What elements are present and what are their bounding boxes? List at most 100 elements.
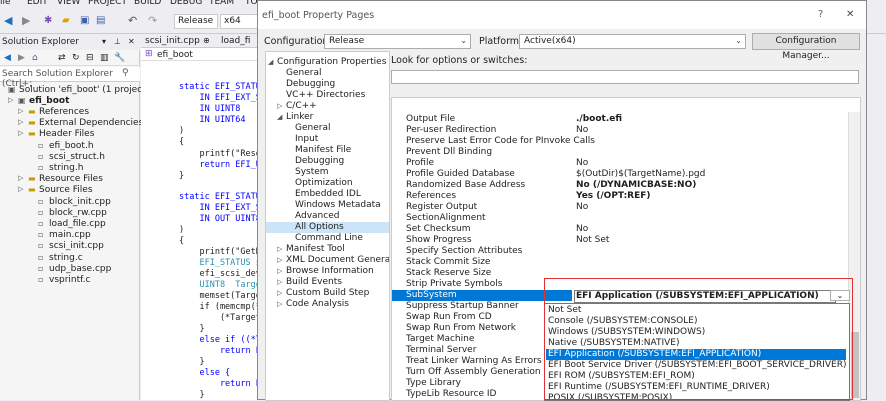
expand-icon[interactable]: ▷ (277, 101, 282, 112)
dialog-close-button[interactable]: ✕ (846, 9, 854, 20)
property-row[interactable]: Set Checksum No (392, 224, 860, 235)
solution-search-input[interactable]: Search Solution Explorer (Ctrl+; ⚲ (0, 67, 140, 89)
property-tree-item[interactable]: Optimization (266, 178, 389, 189)
se-show-all-icon[interactable]: ▥ (100, 53, 109, 63)
menu-item[interactable]: DEBUG (170, 0, 202, 7)
close-icon[interactable]: ✕ (128, 37, 135, 46)
forward-icon[interactable]: ▶ (22, 14, 30, 27)
property-row[interactable]: Specify Section Attributes (392, 246, 860, 257)
property-row[interactable]: Profile Guided Database $(OutDir)$(Target… (392, 169, 860, 180)
menu-item[interactable]: BUILD (134, 0, 161, 7)
menu-item[interactable]: EDIT (27, 0, 48, 7)
property-tree-item[interactable]: General (266, 68, 389, 79)
platform-select[interactable]: Active(x64) ⌄ (519, 34, 746, 49)
property-tree-item[interactable]: Advanced (266, 211, 389, 222)
property-tree-item[interactable]: Command Line (266, 233, 389, 244)
expand-icon[interactable]: ▷ (8, 96, 13, 104)
solution-config-select[interactable]: Release (174, 14, 218, 29)
subsystem-option[interactable]: EFI Runtime (/SUBSYSTEM:EFI_RUNTIME_DRIV… (546, 382, 846, 393)
expand-icon[interactable]: ▷ (277, 299, 282, 310)
se-back-icon[interactable]: ◀ (4, 53, 11, 63)
search-options-input[interactable] (391, 70, 859, 84)
subsystem-dropdown-button[interactable]: ⌄ (830, 290, 850, 301)
subsystem-option[interactable]: Console (/SUBSYSTEM:CONSOLE) (546, 316, 846, 327)
editor-scope-bar[interactable]: ⊞ efi_boot (141, 48, 261, 61)
property-row[interactable]: References Yes (/OPT:REF) (392, 191, 860, 202)
expand-icon[interactable]: ▷ (18, 174, 23, 182)
expand-icon[interactable]: ▷ (18, 118, 23, 126)
save-icon[interactable]: ▣ (80, 15, 89, 26)
expand-icon[interactable]: ▷ (18, 107, 23, 115)
se-properties-icon[interactable]: 🔧 (114, 53, 125, 63)
scrollbar-thumb[interactable] (851, 332, 859, 398)
undo-icon[interactable]: ↶ (128, 14, 137, 27)
property-row[interactable]: Show Progress Not Set (392, 235, 860, 246)
expand-icon[interactable]: ▷ (277, 266, 282, 277)
property-row[interactable]: Randomized Base Address No (/DYNAMICBASE:… (392, 180, 860, 191)
collapse-icon[interactable]: ◢ (268, 57, 273, 68)
property-row[interactable]: Prevent Dll Binding (392, 147, 860, 158)
property-row[interactable]: Stack Reserve Size (392, 268, 860, 279)
pin-icon[interactable]: ▾ (102, 37, 106, 46)
property-row[interactable]: Profile No (392, 158, 860, 169)
property-tree-item[interactable]: ◢ Configuration Properties (266, 57, 389, 68)
property-row[interactable]: Strip Private Symbols (392, 279, 860, 290)
new-project-icon[interactable]: ✱ (44, 15, 52, 26)
expand-icon[interactable]: ▷ (277, 277, 282, 288)
property-row[interactable]: SectionAlignment (392, 213, 860, 224)
se-collapse-icon[interactable]: ⊟ (86, 53, 94, 63)
expand-icon[interactable]: ▷ (18, 129, 23, 137)
property-tree-item[interactable]: Windows Metadata (266, 200, 389, 211)
tab-load-file[interactable]: load_fi (221, 36, 250, 46)
property-tree-item[interactable]: Debugging (266, 156, 389, 167)
menu-item[interactable]: TEAM (209, 0, 234, 7)
collapse-icon[interactable]: ◢ (277, 112, 282, 123)
redo-icon[interactable]: ↷ (148, 14, 157, 27)
solution-platform-select[interactable]: x64 (220, 14, 260, 29)
code-editor[interactable]: scsi_init.cpp ⊕ load_fi ⊞ efi_boot stati… (141, 34, 261, 400)
se-home-icon[interactable]: ⌂ (32, 53, 38, 63)
subsystem-option[interactable]: EFI Application (/SUBSYSTEM:EFI_APPLICAT… (546, 349, 846, 360)
se-sync-icon[interactable]: ⇄ (58, 53, 66, 63)
autohide-icon[interactable]: ⊥ (114, 37, 121, 46)
property-tree-item[interactable]: ▷ Browse Information (266, 266, 389, 277)
subsystem-option[interactable]: Not Set (546, 305, 846, 316)
se-refresh-icon[interactable]: ↻ (72, 53, 80, 63)
property-tree-item[interactable]: ▷ XML Document Generator (266, 255, 389, 266)
save-all-icon[interactable]: ▤ (96, 15, 105, 26)
property-tree-item[interactable]: Debugging (266, 79, 389, 90)
configuration-select[interactable]: Release ⌄ (324, 34, 471, 49)
property-tree-item[interactable]: ▷ Manifest Tool (266, 244, 389, 255)
open-folder-icon[interactable]: ▰ (62, 15, 70, 26)
se-forward-icon[interactable]: ▶ (18, 53, 25, 63)
property-tree-item[interactable]: ▷ Code Analysis (266, 299, 389, 310)
expand-icon[interactable]: ▷ (277, 255, 282, 266)
tab-pin-icon[interactable]: ⊕ (203, 36, 210, 45)
property-tree-item[interactable]: ▷ C/C++ (266, 101, 389, 112)
subsystem-option[interactable]: EFI Boot Service Driver (/SUBSYSTEM:EFI_… (546, 360, 847, 371)
property-tree-item[interactable]: ▷ Custom Build Step (266, 288, 389, 299)
property-tree-item[interactable]: General (266, 123, 389, 134)
property-tree-item[interactable]: ▷ Build Events (266, 277, 389, 288)
property-row[interactable]: Preserve Last Error Code for PInvoke Cal… (392, 136, 860, 147)
subsystem-option[interactable]: EFI ROM (/SUBSYSTEM:EFI_ROM) (546, 371, 846, 382)
subsystem-option[interactable]: Native (/SUBSYSTEM:NATIVE) (546, 338, 846, 349)
property-row[interactable]: Output File ./boot.efi (392, 114, 860, 125)
property-tree-item[interactable]: All Options (266, 222, 389, 233)
expand-icon[interactable]: ▷ (277, 244, 282, 255)
subsystem-option[interactable]: Windows (/SUBSYSTEM:WINDOWS) (546, 327, 846, 338)
property-tree-item[interactable]: Embedded IDL (266, 189, 389, 200)
expand-icon[interactable]: ▷ (277, 288, 282, 299)
menu-item[interactable]: ile (0, 0, 11, 7)
property-tree-item[interactable]: Manifest File (266, 145, 389, 156)
menu-item[interactable]: PROJECT (88, 0, 127, 7)
menu-item[interactable]: VIEW (57, 0, 80, 7)
property-row[interactable]: Per-user Redirection No (392, 125, 860, 136)
search-icon[interactable]: ⚲ (122, 68, 129, 78)
back-icon[interactable]: ◀ (4, 14, 12, 27)
help-button[interactable]: ? (818, 9, 823, 20)
tab-scsi-init[interactable]: scsi_init.cpp (145, 36, 200, 46)
property-tree-item[interactable]: ◢ Linker (266, 112, 389, 123)
property-tree-item[interactable]: System (266, 167, 389, 178)
configuration-manager-button[interactable]: Configuration Manager... (752, 33, 860, 61)
